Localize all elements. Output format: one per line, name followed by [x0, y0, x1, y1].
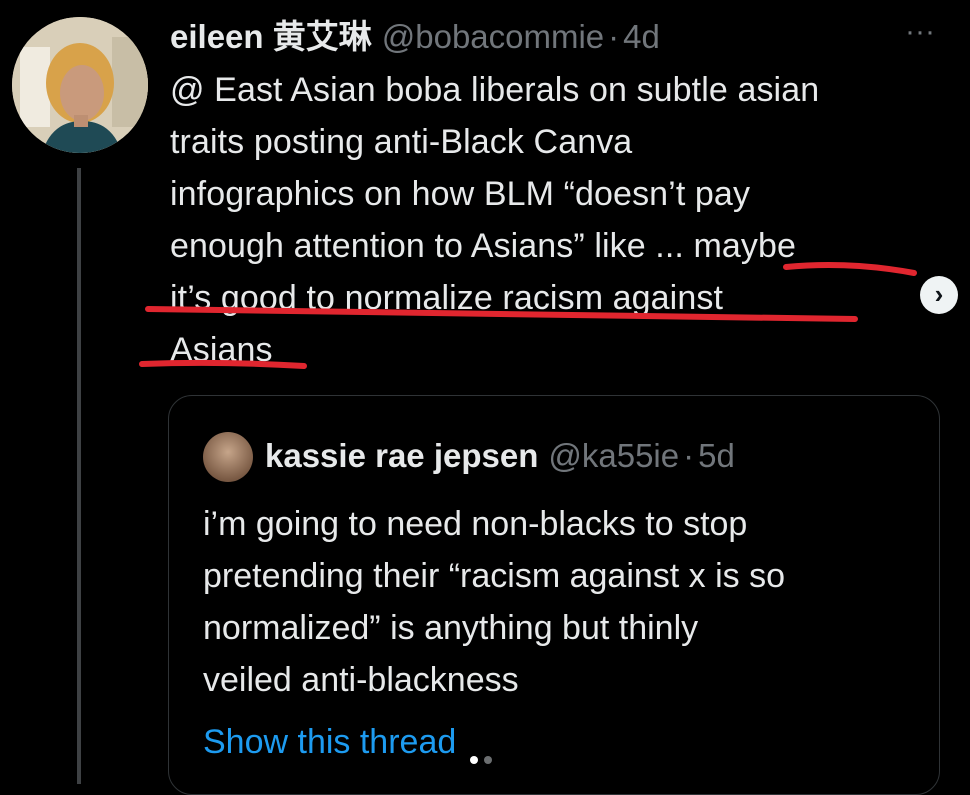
tweet-header: eileen 黄艾琳 @bobacommie · 4d	[170, 14, 660, 60]
avatar-photo	[12, 17, 148, 153]
chevron-right-icon[interactable]: ›	[920, 276, 958, 314]
page-dot-2[interactable]	[484, 756, 492, 764]
author-name[interactable]: eileen 黄艾琳	[170, 14, 372, 60]
quoted-tweet-header: kassie rae jepsen @ka55ie · 5d	[265, 432, 735, 480]
more-options-icon[interactable]: ···	[900, 17, 940, 47]
quoted-author-handle: @ka55ie	[548, 437, 680, 474]
page-dot-1[interactable]	[470, 756, 478, 764]
thread-connector-line	[77, 168, 81, 784]
author-handle[interactable]: @bobacommie	[382, 14, 604, 60]
tweet-text: @ East Asian boba liberals on subtle asi…	[170, 71, 820, 369]
quoted-author-name: kassie rae jepsen	[265, 437, 539, 474]
carousel-page-dots	[468, 754, 498, 766]
header-separator: ·	[608, 18, 620, 55]
quoted-tweet-text: i’m going to need non-blacks to stop pre…	[203, 505, 786, 699]
quoted-timestamp: 5d	[698, 437, 735, 474]
show-this-thread-link[interactable]: Show this thread	[203, 716, 456, 768]
quoted-tweet-card[interactable]: kassie rae jepsen @ka55ie · 5d i’m going…	[168, 395, 940, 795]
author-avatar[interactable]	[12, 17, 148, 153]
quoted-header-separator: ·	[683, 437, 695, 474]
tweet-timestamp[interactable]: 4d	[623, 14, 660, 60]
quoted-author-avatar	[203, 432, 253, 482]
